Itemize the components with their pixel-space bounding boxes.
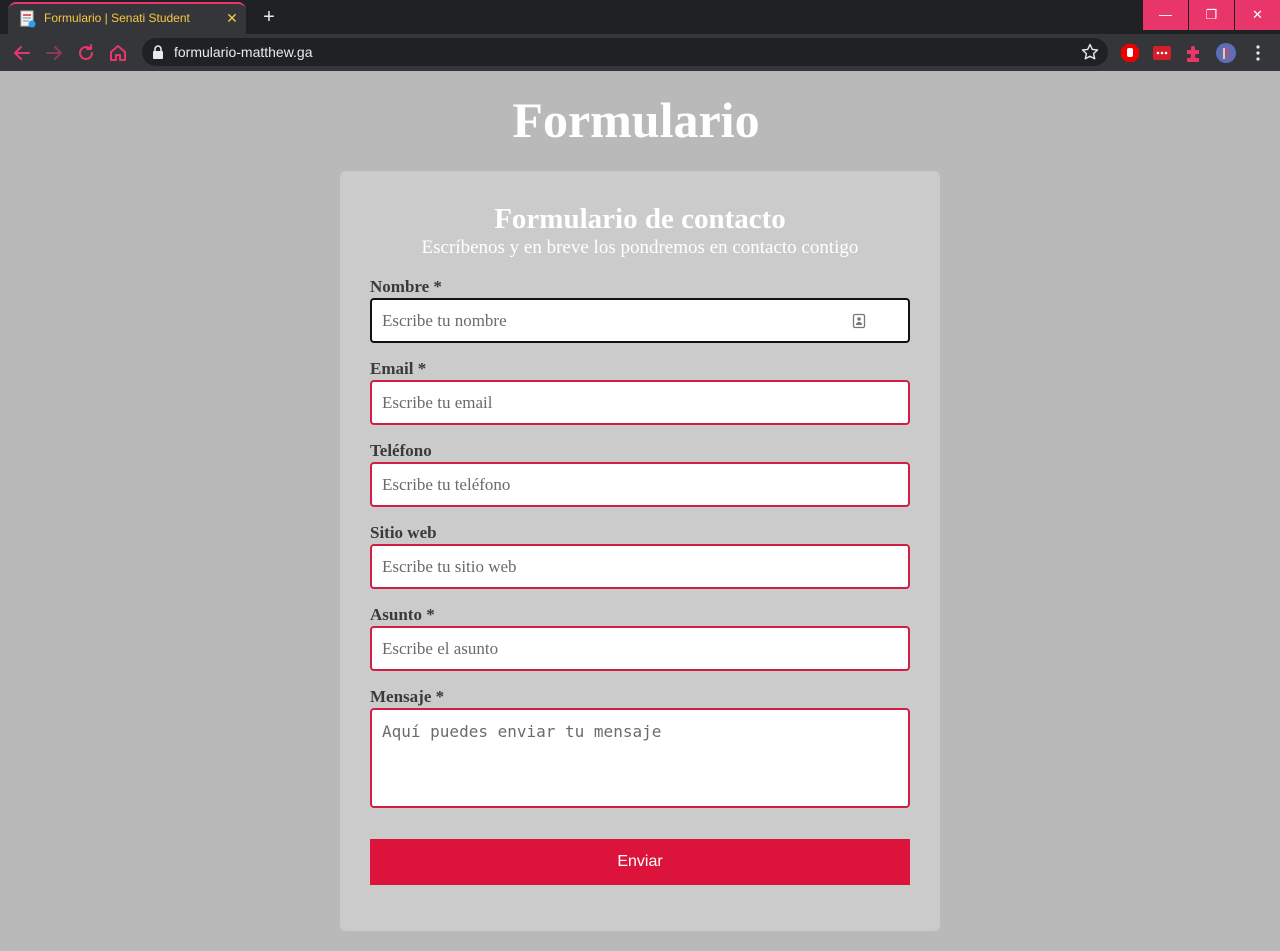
bookmark-star-icon[interactable]: [1080, 42, 1100, 62]
browser-tab[interactable]: Formulario | Senati Student ✕: [8, 2, 246, 34]
url-text: formulario-matthew.ga: [174, 44, 313, 60]
message-textarea[interactable]: [370, 708, 910, 808]
form-favicon-icon: [20, 10, 36, 28]
password-extension-icon[interactable]: [1151, 42, 1173, 64]
subject-input[interactable]: [370, 626, 910, 671]
contact-autofill-icon[interactable]: [852, 313, 866, 329]
phone-label: Teléfono: [370, 441, 432, 460]
menu-kebab-icon[interactable]: [1247, 42, 1269, 64]
name-label: Nombre *: [370, 277, 442, 296]
forward-arrow-icon[interactable]: [42, 41, 66, 65]
email-input[interactable]: [370, 380, 910, 425]
phone-input[interactable]: [370, 462, 910, 507]
submit-button[interactable]: Enviar: [370, 839, 910, 885]
lock-icon: [153, 45, 163, 59]
browser-toolbar: formulario-matthew.ga: [0, 34, 1280, 71]
new-tab-icon[interactable]: +: [258, 7, 280, 29]
email-label: Email *: [370, 359, 427, 378]
tab-strip: Formulario | Senati Student ✕ + — ❐ ✕: [0, 0, 1280, 34]
form-subtitle: Escríbenos y en breve los pondremos en c…: [421, 237, 859, 258]
page-title: Formulario: [512, 92, 760, 148]
message-label: Mensaje *: [370, 687, 445, 706]
extensions-puzzle-icon[interactable]: [1183, 42, 1205, 64]
adblock-extension-icon[interactable]: [1119, 42, 1141, 64]
home-icon[interactable]: [106, 41, 130, 65]
subject-label: Asunto *: [370, 605, 435, 624]
address-bar[interactable]: formulario-matthew.ga: [142, 38, 1108, 66]
tab-close-icon[interactable]: ✕: [224, 10, 240, 26]
website-label: Sitio web: [370, 523, 437, 542]
restore-icon[interactable]: ❐: [1189, 0, 1234, 30]
profile-avatar-icon[interactable]: [1215, 42, 1237, 64]
window-close-icon[interactable]: ✕: [1235, 0, 1280, 30]
reload-icon[interactable]: [74, 41, 98, 65]
contact-form-card: Formulario de contacto Escríbenos y en b…: [340, 171, 940, 931]
back-arrow-icon[interactable]: [10, 41, 34, 65]
form-title: Formulario de contacto: [494, 203, 786, 235]
name-input[interactable]: [370, 298, 910, 343]
website-input[interactable]: [370, 544, 910, 589]
tab-title: Formulario | Senati Student: [44, 11, 190, 25]
minimize-icon[interactable]: —: [1143, 0, 1188, 30]
